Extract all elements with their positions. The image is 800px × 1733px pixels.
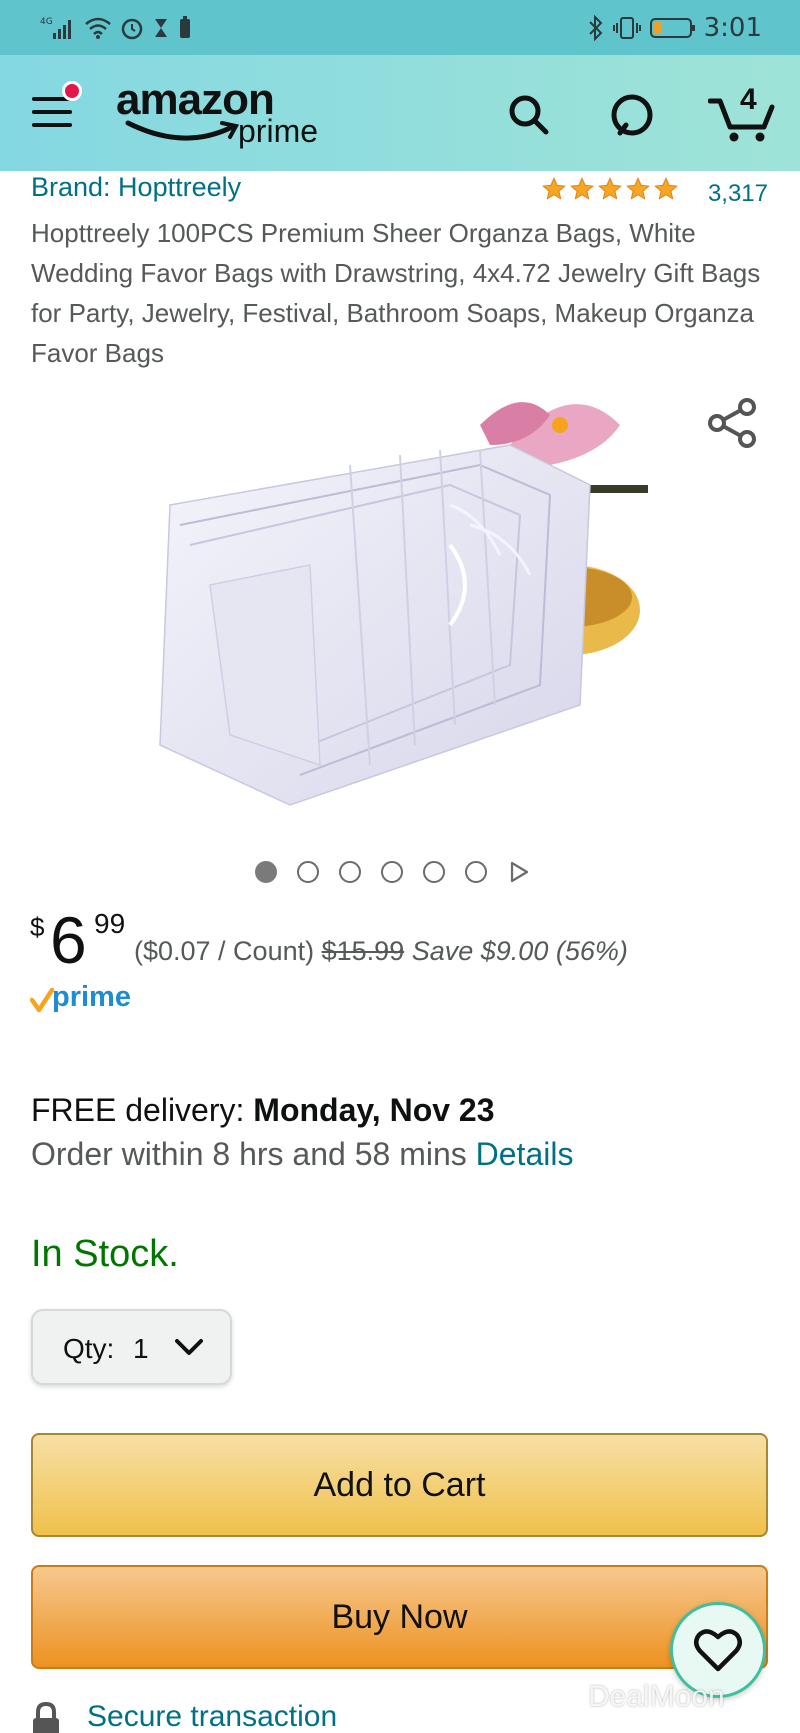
delivery-date: Monday, Nov 23 (253, 1092, 495, 1128)
vibrate-icon (612, 15, 642, 41)
brand-row: Brand: Hopttreely 3,317 (31, 172, 771, 208)
alarm-icon (120, 16, 144, 40)
secure-transaction[interactable]: Secure transaction (31, 1700, 337, 1733)
list-price: $15.99 (321, 936, 405, 966)
buy-now-button[interactable]: Buy Now (31, 1565, 768, 1669)
lock-icon (33, 1701, 59, 1733)
wifi-icon (84, 16, 112, 40)
price-symbol: $ (30, 912, 45, 942)
battery-small-icon (178, 16, 192, 40)
watermark-text: DealMoon (588, 1680, 725, 1713)
svg-text:4G: 4G (40, 17, 53, 27)
order-within: Order within 8 hrs and 58 mins Details (31, 1132, 573, 1176)
hourglass-icon (152, 16, 170, 40)
price-whole: 6 (50, 903, 87, 977)
pager-dot[interactable] (297, 861, 319, 883)
heart-icon (694, 1629, 742, 1672)
dealmoon-watermark: DealMoon (588, 1680, 725, 1714)
status-right: 3:01 (588, 12, 762, 44)
product-title: Hopttreely 100PCS Premium Sheer Organza … (31, 218, 761, 368)
cart-count: 4 (740, 83, 757, 116)
battery-icon (649, 16, 696, 40)
delivery-info: FREE delivery: Monday, Nov 23 (31, 1088, 495, 1132)
unit-price: ($0.07 / Count) (134, 936, 315, 966)
star-icon (626, 177, 650, 200)
pager-dot[interactable] (255, 861, 277, 883)
rating-count[interactable]: 3,317 (708, 180, 768, 208)
play-video-icon[interactable] (507, 860, 531, 884)
star-icon (598, 177, 622, 200)
search-icon[interactable] (503, 89, 555, 141)
status-left: 4G (40, 12, 192, 44)
signal-icon: 4G (40, 15, 76, 41)
image-pager (255, 860, 531, 884)
logo-sub: prime (238, 113, 319, 149)
alexa-icon[interactable] (606, 89, 658, 141)
order-countdown: Order within 8 hrs and 58 mins (31, 1136, 476, 1172)
prime-badge: prime (29, 978, 160, 1018)
chevron-down-icon (175, 1339, 203, 1355)
product-image[interactable] (150, 385, 648, 825)
svg-text:prime: prime (52, 981, 131, 1013)
quantity-select[interactable]: Qty: 1 (31, 1309, 232, 1385)
notification-dot (62, 81, 82, 101)
add-to-cart-button[interactable]: Add to Cart (31, 1433, 768, 1537)
smile-icon (125, 120, 240, 141)
quantity-label: Qty: (63, 1333, 115, 1364)
delivery-prefix: FREE delivery: (31, 1092, 254, 1128)
share-icon[interactable] (705, 395, 761, 451)
secure-transaction-label: Secure transaction (87, 1700, 338, 1733)
price-fraction: 99 (94, 908, 126, 939)
savings: Save $9.00 (56%) (411, 936, 628, 966)
bluetooth-icon (588, 15, 604, 41)
brand-link[interactable]: Brand: Hopttreely (31, 172, 241, 203)
amazon-prime-logo[interactable]: amazon prime (116, 75, 326, 155)
price-row: $ 6 99 ($0.07 / Count) $15.99 Save $9.00… (30, 900, 790, 980)
header: amazon prime 4 (0, 55, 800, 171)
pager-dot[interactable] (339, 861, 361, 883)
pager-dot[interactable] (381, 861, 403, 883)
details-link[interactable]: Details (476, 1136, 574, 1172)
pager-dot[interactable] (423, 861, 445, 883)
stock-status: In Stock. (31, 1233, 179, 1275)
star-icon (570, 177, 594, 200)
rating-stars[interactable] (541, 176, 679, 202)
status-time: 3:01 (703, 13, 762, 43)
quantity-value: 1 (133, 1333, 149, 1364)
star-icon (542, 177, 566, 200)
star-icon (654, 177, 678, 200)
status-bar: 4G 3:01 (0, 0, 800, 55)
pager-dot[interactable] (465, 861, 487, 883)
price-details: ($0.07 / Count) $15.99 Save $9.00 (56%) (134, 936, 628, 967)
